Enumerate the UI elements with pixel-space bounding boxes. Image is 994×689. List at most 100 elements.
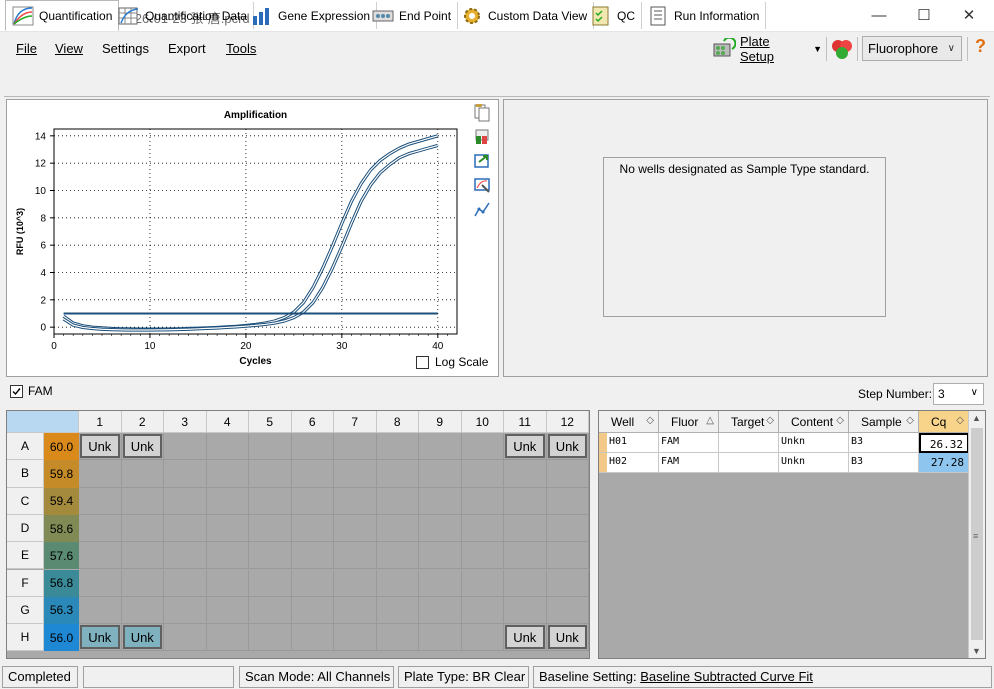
table-column-header[interactable]: Content ◇	[779, 411, 849, 433]
plate-well[interactable]	[164, 433, 207, 461]
menu-view[interactable]: View	[55, 41, 83, 56]
tab-run-information[interactable]: Run Information	[641, 2, 767, 29]
plate-row-header[interactable]: B	[7, 460, 44, 488]
plate-well[interactable]	[461, 624, 504, 652]
plate-column-header[interactable]: 1	[79, 411, 122, 433]
plate-row-header[interactable]: C	[7, 487, 44, 515]
plate-well[interactable]	[334, 514, 377, 543]
table-column-header[interactable]: Well ◇	[599, 411, 659, 433]
baseline-value[interactable]: Baseline Subtracted Curve Fit	[640, 669, 813, 684]
plate-well[interactable]	[546, 596, 589, 625]
table-cell[interactable]: 27.28	[919, 453, 969, 473]
plate-well[interactable]	[79, 487, 122, 515]
print-icon[interactable]	[473, 128, 491, 146]
table-cell[interactable]: FAM	[659, 433, 719, 453]
plate-well[interactable]	[291, 433, 334, 461]
plate-row-header[interactable]: E	[7, 542, 44, 570]
table-cell[interactable]: Unkn	[779, 433, 849, 453]
plate-well[interactable]	[376, 460, 419, 488]
plate-well[interactable]	[546, 569, 589, 597]
plate-row-header[interactable]: G	[7, 596, 44, 625]
menu-tools[interactable]: Tools	[226, 41, 256, 56]
plate-well[interactable]	[419, 460, 462, 488]
well-unknown[interactable]: Unk	[505, 625, 545, 650]
amplification-chart[interactable]: Amplification 0 10 20 30 40 0 2 4 6 8 10 12 14 Cycles R…	[7, 100, 477, 376]
plate-well[interactable]	[504, 596, 547, 625]
plate-well[interactable]	[164, 596, 207, 625]
plate-well[interactable]	[334, 542, 377, 570]
plate-row-header[interactable]: F	[7, 569, 44, 597]
plate-well[interactable]	[461, 460, 504, 488]
plate-well[interactable]	[79, 542, 122, 570]
plate-well[interactable]	[164, 487, 207, 515]
plate-well[interactable]	[121, 487, 164, 515]
plate-well[interactable]	[121, 542, 164, 570]
plate-well[interactable]	[419, 542, 462, 570]
plate-well[interactable]	[164, 514, 207, 543]
plate-well[interactable]	[164, 542, 207, 570]
step-number-select[interactable]: 3 ∨	[933, 383, 984, 405]
well-unknown[interactable]: Unk	[547, 625, 587, 650]
plate-column-header[interactable]: 11	[504, 411, 547, 433]
fluorophore-select[interactable]: Fluorophore ∨	[862, 36, 962, 61]
table-column-header[interactable]: Sample ◇	[849, 411, 919, 433]
table-column-header[interactable]: Target ◇	[719, 411, 779, 433]
plate-well[interactable]	[249, 569, 292, 597]
sort-icon[interactable]: ◇	[956, 415, 964, 426]
trend-line-icon[interactable]	[473, 200, 491, 218]
plate-well[interactable]	[376, 542, 419, 570]
table-cell[interactable]: B3	[849, 453, 919, 473]
table-cell[interactable]: Unkn	[779, 453, 849, 473]
menu-export[interactable]: Export	[168, 41, 206, 56]
well-unknown[interactable]: Unk	[505, 434, 545, 459]
plate-row-header[interactable]: A	[7, 433, 44, 461]
plate-well[interactable]	[376, 487, 419, 515]
plate-well[interactable]	[121, 514, 164, 543]
plate-well[interactable]	[504, 542, 547, 570]
plate-well[interactable]	[206, 487, 249, 515]
plate-well[interactable]	[419, 569, 462, 597]
plate-column-header[interactable]: 4	[206, 411, 249, 433]
plate-well[interactable]	[504, 514, 547, 543]
plate-column-header[interactable]: 10	[461, 411, 504, 433]
plate-well[interactable]	[419, 487, 462, 515]
plate-well[interactable]	[121, 460, 164, 488]
plate-well[interactable]	[121, 596, 164, 625]
plate-well[interactable]	[376, 624, 419, 652]
plate-setup-button[interactable]: Plate Setup ▼	[712, 34, 822, 64]
plate-well[interactable]	[291, 624, 334, 652]
plate-well[interactable]	[546, 514, 589, 543]
plate-well[interactable]	[291, 514, 334, 543]
plate-well[interactable]	[419, 624, 462, 652]
vertical-scrollbar[interactable]: ▲ ▼ ≡	[968, 411, 985, 658]
plate-well[interactable]	[291, 460, 334, 488]
row-selector[interactable]	[599, 453, 607, 473]
plate-corner[interactable]	[7, 411, 79, 433]
plate-well[interactable]	[504, 460, 547, 488]
plate-well[interactable]	[121, 569, 164, 597]
plate-well[interactable]	[504, 487, 547, 515]
plate-well[interactable]	[376, 569, 419, 597]
plate-column-header[interactable]: 7	[334, 411, 377, 433]
well-unknown[interactable]: Unk	[80, 625, 120, 650]
plate-well[interactable]	[461, 569, 504, 597]
menu-file[interactable]: File	[16, 41, 37, 56]
log-scale-option[interactable]: Log Scale	[416, 355, 488, 369]
plate-well[interactable]	[334, 569, 377, 597]
table-cell[interactable]: H02	[607, 453, 659, 473]
plate-well[interactable]	[291, 487, 334, 515]
tab-qc[interactable]: QC	[584, 2, 642, 29]
plate-column-header[interactable]: 5	[249, 411, 292, 433]
maximize-icon[interactable]: ☐	[901, 0, 947, 30]
plate-well[interactable]	[164, 460, 207, 488]
table-cell[interactable]: H01	[607, 433, 659, 453]
sort-icon[interactable]: ◇	[836, 415, 844, 426]
plate-well[interactable]	[461, 596, 504, 625]
plate-well[interactable]	[376, 433, 419, 461]
plate-well[interactable]	[249, 487, 292, 515]
plate-well[interactable]	[546, 542, 589, 570]
well-unknown[interactable]: Unk	[122, 625, 162, 650]
row-selector[interactable]	[599, 433, 607, 453]
tab-quantification-data[interactable]: Quantification Data	[112, 2, 255, 29]
plate-well[interactable]	[546, 460, 589, 488]
